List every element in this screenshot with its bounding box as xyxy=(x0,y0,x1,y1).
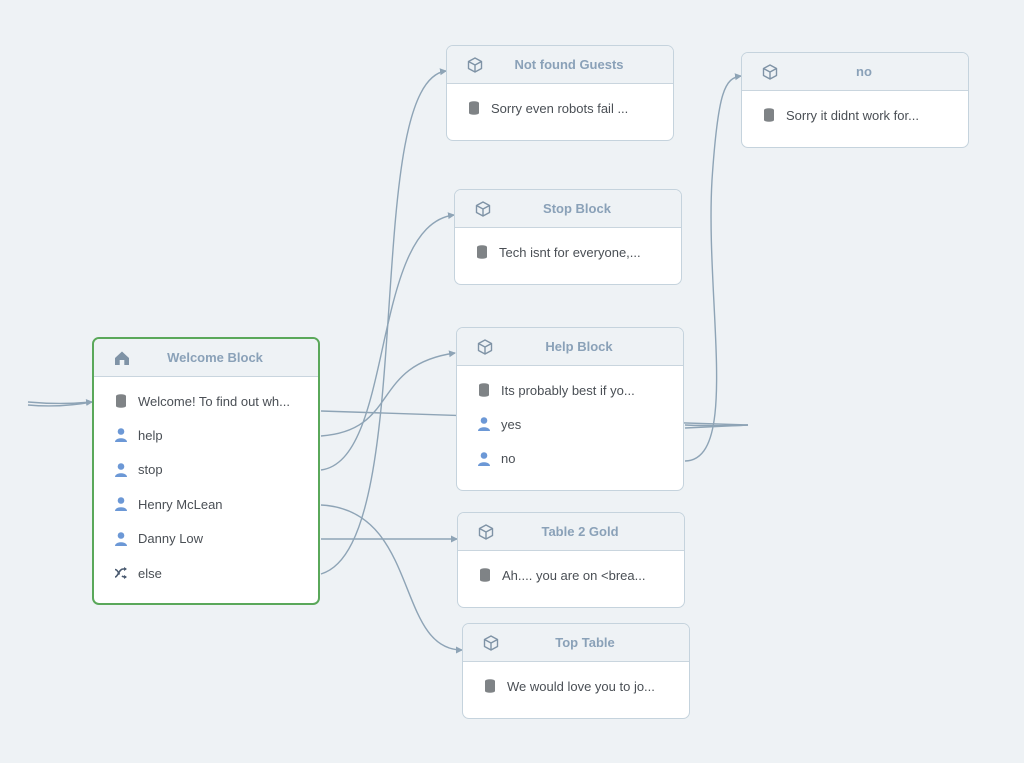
row-text: stop xyxy=(138,462,163,478)
user-reply-row-danny[interactable]: Danny Low xyxy=(94,522,318,556)
user-icon xyxy=(115,462,127,477)
connector-no-out xyxy=(684,424,749,429)
row-text: Welcome! To find out wh... xyxy=(138,393,290,409)
message-icon xyxy=(479,383,489,397)
message-row[interactable]: Sorry even robots fail ... xyxy=(447,91,673,125)
row-text: Sorry even robots fail ... xyxy=(491,100,629,116)
user-icon xyxy=(115,428,127,443)
row-text: Henry McLean xyxy=(138,496,223,512)
cube-icon xyxy=(478,524,494,540)
stop-block-header[interactable]: Stop Block xyxy=(455,190,681,228)
row-text: no xyxy=(501,451,516,467)
row-text: Danny Low xyxy=(138,531,204,547)
message-row[interactable]: Ah.... you are on <brea... xyxy=(458,558,684,592)
cube-icon xyxy=(477,339,493,355)
no-block-header[interactable]: no xyxy=(742,53,968,91)
row-text: Its probably best if yo... xyxy=(501,382,635,398)
top-table-header[interactable]: Top Table xyxy=(463,624,689,662)
row-text: We would love you to jo... xyxy=(507,678,655,694)
welcome-block-header[interactable]: Welcome Block xyxy=(94,339,318,377)
user-reply-row-stop[interactable]: stop xyxy=(94,453,318,487)
connector-stop-to-stop-block xyxy=(320,212,455,471)
row-text: Ah.... you are on <brea... xyxy=(502,567,646,583)
shuffle-icon xyxy=(114,566,127,579)
user-reply-row-henry[interactable]: Henry McLean xyxy=(94,487,318,521)
message-icon xyxy=(485,679,495,693)
message-icon xyxy=(477,245,487,259)
connector-else-to-not-found xyxy=(320,68,447,575)
message-icon xyxy=(764,108,774,122)
not-found-guests-block[interactable]: Not found Guests Sorry even robots fail … xyxy=(446,45,674,141)
cube-icon xyxy=(483,635,499,651)
user-reply-row-help[interactable]: help xyxy=(94,418,318,452)
message-icon xyxy=(116,394,126,408)
user-icon xyxy=(478,417,490,432)
cube-icon xyxy=(467,57,483,73)
connector-help-to-help-block xyxy=(320,350,456,437)
row-text: Sorry it didnt work for... xyxy=(786,107,919,123)
no-block[interactable]: no Sorry it didnt work for... xyxy=(741,52,969,148)
row-text: Tech isnt for everyone,... xyxy=(499,244,641,260)
row-text: help xyxy=(138,428,163,444)
cube-icon xyxy=(762,64,778,80)
message-row[interactable]: Tech isnt for everyone,... xyxy=(455,235,681,269)
row-text: yes xyxy=(501,417,522,433)
message-row[interactable]: We would love you to jo... xyxy=(463,669,689,703)
top-table-block[interactable]: Top Table We would love you to jo... xyxy=(462,623,690,719)
user-icon xyxy=(478,451,490,466)
help-block-header[interactable]: Help Block xyxy=(457,328,683,366)
incoming-connector xyxy=(27,401,93,407)
home-icon xyxy=(115,351,129,365)
user-reply-row-yes[interactable]: yes xyxy=(457,407,683,441)
message-icon xyxy=(480,568,490,582)
table-2-gold-block[interactable]: Table 2 Gold Ah.... you are on <brea... xyxy=(457,512,685,608)
table-2-gold-header[interactable]: Table 2 Gold xyxy=(458,513,684,551)
row-text: else xyxy=(138,565,162,581)
message-icon xyxy=(469,101,479,115)
message-row[interactable]: Its probably best if yo... xyxy=(457,373,683,407)
user-icon xyxy=(115,497,127,512)
connector-henry-to-top-table xyxy=(320,504,463,654)
user-reply-row-no[interactable]: no xyxy=(457,442,683,476)
user-icon xyxy=(115,531,127,546)
message-row[interactable]: Sorry it didnt work for... xyxy=(742,98,968,132)
else-row[interactable]: else xyxy=(94,556,318,590)
welcome-block[interactable]: Welcome Block Welcome! To find out wh...… xyxy=(92,337,320,605)
connector-yes-out xyxy=(684,424,749,427)
connector-no-to-no-block xyxy=(684,73,742,462)
stop-block[interactable]: Stop Block Tech isnt for everyone,... xyxy=(454,189,682,285)
not-found-guests-header[interactable]: Not found Guests xyxy=(447,46,673,84)
cube-icon xyxy=(475,201,491,217)
message-row[interactable]: Welcome! To find out wh... xyxy=(94,384,318,418)
help-block[interactable]: Help Block Its probably best if yo... ye… xyxy=(456,327,684,491)
incoming-connector xyxy=(27,399,93,407)
flow-canvas[interactable]: Welcome Block Welcome! To find out wh...… xyxy=(0,0,1024,763)
